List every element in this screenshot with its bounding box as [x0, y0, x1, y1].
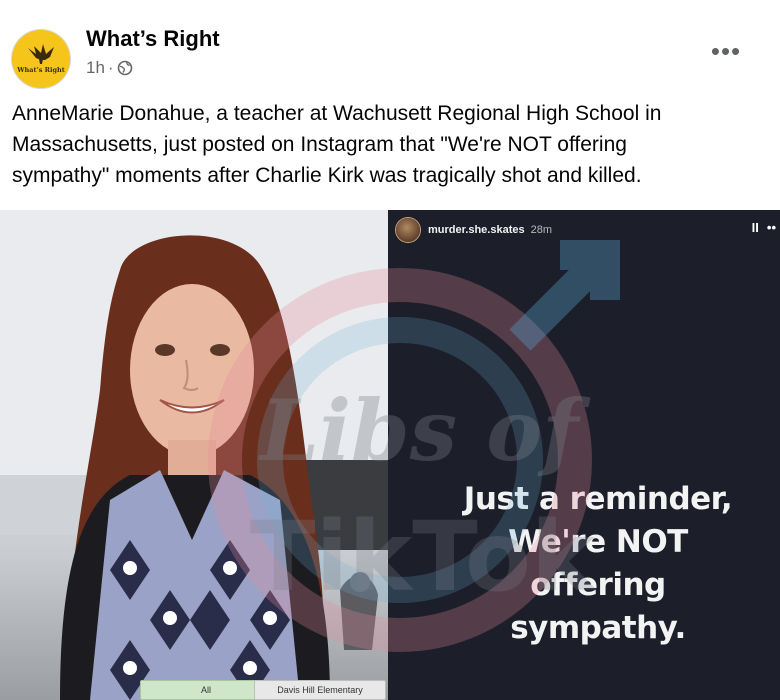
post-image[interactable]: All Davis Hill Elementary murder.she.ska…	[0, 210, 780, 700]
facebook-post: What’s Right What’s Right 1h · ••• AnneM…	[0, 0, 780, 700]
post-time[interactable]: 1h	[86, 58, 105, 78]
meta-separator: ·	[107, 58, 114, 77]
story-text-line: Just a reminder,	[463, 481, 733, 517]
story-avatar	[396, 218, 420, 242]
story-text: Just a reminder, We're NOT offering symp…	[418, 478, 778, 650]
post-caption: AnneMarie Donahue, a teacher at Wachuset…	[12, 98, 762, 191]
eagle-logo: What’s Right	[12, 30, 70, 88]
story-text-line: We're NOT	[508, 524, 688, 560]
more-options-icon: •••	[710, 35, 742, 66]
photo-tabs: All Davis Hill Elementary	[0, 676, 388, 700]
pause-icon: II	[751, 220, 759, 235]
story-text-line: offering	[530, 567, 666, 603]
story-header: murder.she.skates 28m	[388, 210, 780, 250]
story-username: murder.she.skates	[428, 224, 525, 236]
instagram-story: murder.she.skates 28m II •• Just a remin…	[388, 210, 780, 700]
caption-line: sympathy" moments after Charlie Kirk was…	[12, 164, 642, 187]
avatar-text: What’s Right	[16, 66, 65, 74]
page-name[interactable]: What’s Right	[86, 26, 220, 52]
caption-line: AnneMarie Donahue, a teacher at Wachuset…	[12, 102, 662, 125]
tab-all: All	[140, 680, 272, 700]
story-time: 28m	[530, 224, 553, 236]
more-options-button[interactable]: •••	[708, 35, 744, 66]
page-avatar[interactable]: What’s Right	[12, 30, 70, 88]
story-more-icon: ••	[766, 220, 776, 235]
story-controls: II ••	[752, 220, 776, 235]
post-header: What’s Right What’s Right 1h · •••	[0, 0, 780, 95]
story-text-line: sympathy.	[510, 610, 686, 646]
teacher-photo: All Davis Hill Elementary	[0, 210, 388, 700]
globe-icon[interactable]	[117, 60, 133, 76]
teacher-portrait	[0, 210, 388, 700]
caption-line: Massachusetts, just posted on Instagram …	[12, 133, 627, 156]
post-meta: 1h ·	[86, 58, 133, 78]
tab-school: Davis Hill Elementary	[254, 680, 386, 700]
